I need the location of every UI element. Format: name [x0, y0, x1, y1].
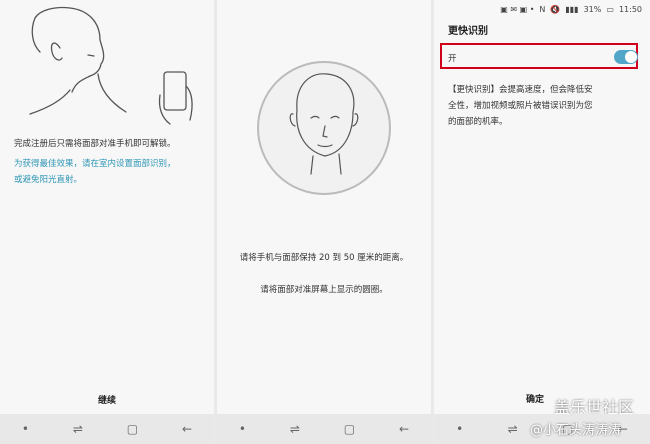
align-instruction: 请将面部对准屏幕上显示的圆圈。 [260, 285, 388, 295]
description-line2: 全性，增加视频或照片被错误识别为您 [448, 101, 593, 111]
home-icon[interactable]: ▢ [127, 422, 138, 436]
description-line1: 【更快识别】会提高速度，但会降低安 [448, 85, 593, 95]
battery-level: 31% [583, 4, 602, 14]
face-alignment-screen: 请将手机与面部保持 20 到 50 厘米的距离。 请将面部对准屏幕上显示的圆圈。… [217, 0, 431, 444]
confirm-button[interactable]: 确定 [526, 392, 544, 405]
description-line3: 的面部的机率。 [448, 117, 508, 127]
face-unlock-illustration [29, 6, 193, 125]
nav-dot-icon[interactable]: • [456, 422, 463, 436]
tip-text-line1: 为获得最佳效果，请在室内设置面部识别， [14, 159, 176, 169]
recents-icon[interactable]: ⇌ [290, 422, 300, 436]
faster-recognition-screen: ▣ ✉ ▣ • N 🔇 ▮▮▮ 31% ▭ 11:50 更快识别 开 【更快识别… [434, 0, 650, 444]
toggle-knob [625, 51, 637, 63]
face-circle-guide [257, 61, 391, 195]
status-bar: ▣ ✉ ▣ • N 🔇 ▮▮▮ 31% ▭ 11:50 [434, 0, 650, 18]
page-title: 更快识别 [448, 26, 488, 37]
tip-text-line2: 或避免阳光直射。 [14, 175, 83, 185]
back-icon[interactable]: ← [182, 422, 192, 436]
clock: 11:50 [618, 4, 642, 14]
battery-icon: ▭ [606, 4, 614, 14]
nav-dot-icon[interactable]: • [22, 422, 29, 436]
recents-icon[interactable]: ⇌ [73, 422, 83, 436]
watermark-line2: @小石头涛涛涛 [530, 423, 622, 438]
nfc-icon: N [539, 4, 546, 14]
signal-icon: ▮▮▮ [565, 4, 579, 14]
nav-dot-icon[interactable]: • [239, 422, 246, 436]
toggle-label: 开 [448, 54, 457, 64]
distance-instruction: 请将手机与面部保持 20 到 50 厘米的距离。 [239, 253, 409, 263]
navigation-bar: • ⇌ ▢ ← [217, 414, 431, 444]
setup-screen-intro: 完成注册后只需将面部对准手机即可解锁。 为获得最佳效果，请在室内设置面部识别， … [0, 0, 214, 444]
home-icon[interactable]: ▢ [344, 422, 355, 436]
mute-icon: 🔇 [550, 4, 561, 14]
back-icon[interactable]: ← [399, 422, 409, 436]
continue-button[interactable]: 继续 [0, 384, 214, 414]
toggle-row-highlight [440, 43, 638, 69]
instruction-text: 完成注册后只需将面部对准手机即可解锁。 [14, 139, 176, 149]
faster-recognition-toggle[interactable] [614, 50, 638, 64]
notification-icons: ▣ ✉ ▣ • [500, 4, 535, 14]
recents-icon[interactable]: ⇌ [508, 422, 518, 436]
navigation-bar: • ⇌ ▢ ← [0, 414, 214, 444]
